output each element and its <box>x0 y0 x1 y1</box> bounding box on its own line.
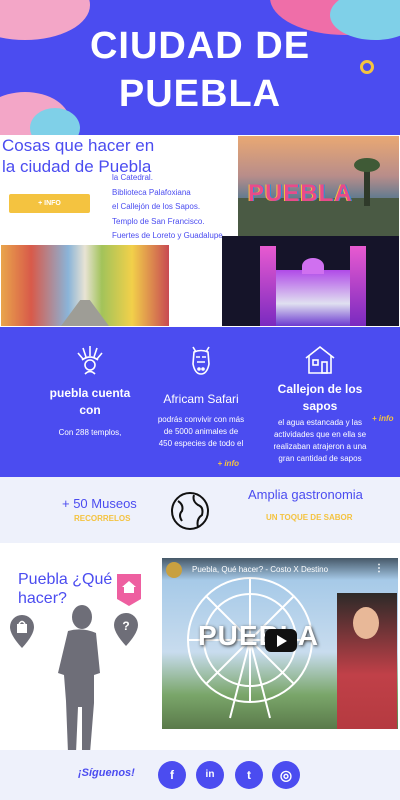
person-silhouette <box>58 605 100 753</box>
play-button[interactable] <box>265 629 297 652</box>
play-icon <box>277 635 287 647</box>
hero-banner: CIUDAD DE PUEBLA <box>0 0 400 135</box>
globe-icon <box>171 492 209 530</box>
feature-text: el agua estancada y las actividades que … <box>273 418 367 463</box>
feature-templos: puebla cuenta con Con 288 templos, <box>40 344 140 439</box>
zebra-icon <box>192 346 210 375</box>
list-item: Templo de San Francisco. <box>112 216 205 226</box>
feature-text: podrás convivir con más de 5000 animales… <box>157 415 245 448</box>
what-to-do-section: Puebla ¿Qué hacer? ? Puebla, Qué hacer? … <box>0 543 400 753</box>
more-info-link[interactable]: + info <box>372 414 394 423</box>
feature-text: Con 288 templos, <box>58 428 122 437</box>
puebla-sign-photo: PUEBLA <box>238 136 399 236</box>
instagram-icon[interactable]: ◎ <box>272 761 300 789</box>
house-icon <box>305 345 335 374</box>
gastronomy-title: Amplia gastronomia <box>248 487 363 502</box>
features-section: puebla cuenta con Con 288 templos, Afric… <box>0 327 400 477</box>
callejon-photo <box>1 245 169 326</box>
hero-title-line1: CIUDAD DE <box>89 25 311 67</box>
feature-africam: Africam Safari podrás convivir con más d… <box>151 344 251 470</box>
feature-title: puebla cuenta con <box>49 386 131 417</box>
question-pin-icon: ? <box>114 613 138 646</box>
hero-title-line2: PUEBLA <box>118 73 282 115</box>
channel-avatar[interactable] <box>166 562 182 578</box>
footer: ¡Síguenos! f in t ◎ <box>0 750 400 800</box>
presenter <box>337 593 397 729</box>
cathedral-photo <box>222 236 399 326</box>
feature-title: Callejon de los sapos <box>277 382 363 413</box>
more-info-link[interactable]: + info <box>151 458 251 470</box>
feature-callejon: Callejon de los sapos el agua estancada … <box>266 344 374 465</box>
follow-us-label: ¡Síguenos! <box>78 767 135 779</box>
video-overlay-text: PUEBLA <box>198 620 320 651</box>
museums-cta[interactable]: RECORRELOS <box>74 514 130 523</box>
svg-text:?: ? <box>122 619 129 633</box>
museums-count: + 50 Museos <box>62 496 137 511</box>
linkedin-icon[interactable]: in <box>196 761 224 789</box>
places-list: la Catedral. Biblioteca Palafoxiana el C… <box>112 171 242 244</box>
home-pin-icon <box>117 574 141 606</box>
list-item: la Catedral. <box>112 173 153 182</box>
video-title[interactable]: Puebla, Qué hacer? - Costo X Destino <box>192 565 328 574</box>
more-info-button[interactable]: + INFO <box>9 194 90 213</box>
twitter-icon[interactable]: t <box>235 761 263 789</box>
list-item: Biblioteca Palafoxiana <box>112 187 191 197</box>
bag-pin-icon <box>10 615 34 648</box>
gastronomy-cta[interactable]: UN TOQUE DE SABOR <box>266 513 353 522</box>
stats-section: + 50 Museos RECORRELOS Amplia gastronomi… <box>0 477 400 543</box>
feature-title: Africam Safari <box>163 392 239 406</box>
video-player[interactable]: Puebla, Qué hacer? - Costo X Destino ⋮ P… <box>162 558 398 729</box>
headdress-icon <box>77 346 103 375</box>
list-item: el Callejón de los Sapos. <box>112 202 201 211</box>
more-options-icon[interactable]: ⋮ <box>374 563 384 574</box>
things-to-do-section: Cosas que hacer en la ciudad de Puebla +… <box>0 135 400 327</box>
facebook-icon[interactable]: f <box>158 761 186 789</box>
